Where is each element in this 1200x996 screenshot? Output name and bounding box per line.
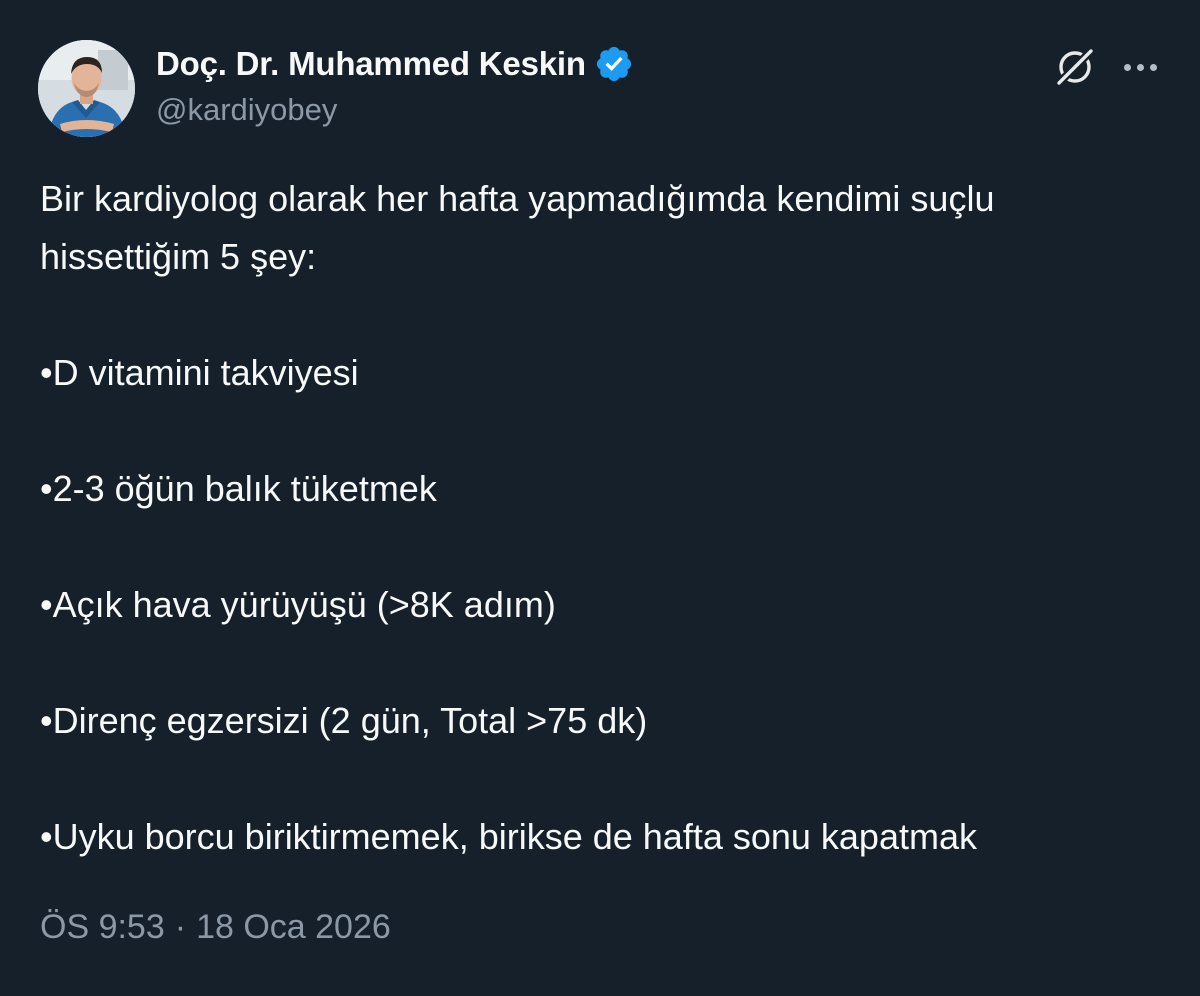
verified-badge-icon [594, 44, 634, 84]
list-item: •Direnç egzersizi (2 gün, Total >75 dk) [40, 700, 648, 741]
tweet-card: Doç. Dr. Muhammed Keskin @kardiyobey Bir… [0, 0, 1200, 996]
more-options-button[interactable] [1115, 47, 1165, 87]
author-handle[interactable]: @kardiyobey [156, 92, 337, 128]
grok-button[interactable] [1050, 42, 1100, 92]
list-item: •Uyku borcu biriktirmemek, birikse de ha… [40, 816, 977, 857]
grok-icon [1055, 47, 1095, 87]
list-item: •2-3 öğün balık tüketmek [40, 468, 437, 509]
avatar-image [38, 40, 135, 137]
tweet-intro-line: Bir kardiyolog olarak her hafta yapmadığ… [40, 178, 995, 219]
timestamp-separator: · [174, 908, 187, 946]
list-item: •Açık hava yürüyüşü (>8K adım) [40, 584, 556, 625]
tweet-timestamp[interactable]: ÖS 9:53 · 18 Oca 2026 [40, 908, 391, 947]
tweet-intro-line: hissettiğim 5 şey: [40, 236, 317, 277]
tweet-time: ÖS 9:53 [40, 908, 165, 946]
more-options-icon [1123, 63, 1131, 71]
avatar[interactable] [38, 40, 135, 137]
tweet-date: 18 Oca 2026 [196, 908, 391, 946]
list-item: •D vitamini takviyesi [40, 352, 359, 393]
author-name-row: Doç. Dr. Muhammed Keskin [156, 42, 634, 86]
author-display-name[interactable]: Doç. Dr. Muhammed Keskin [156, 45, 586, 83]
tweet-text: Bir kardiyolog olarak her hafta yapmadığ… [40, 170, 1170, 866]
